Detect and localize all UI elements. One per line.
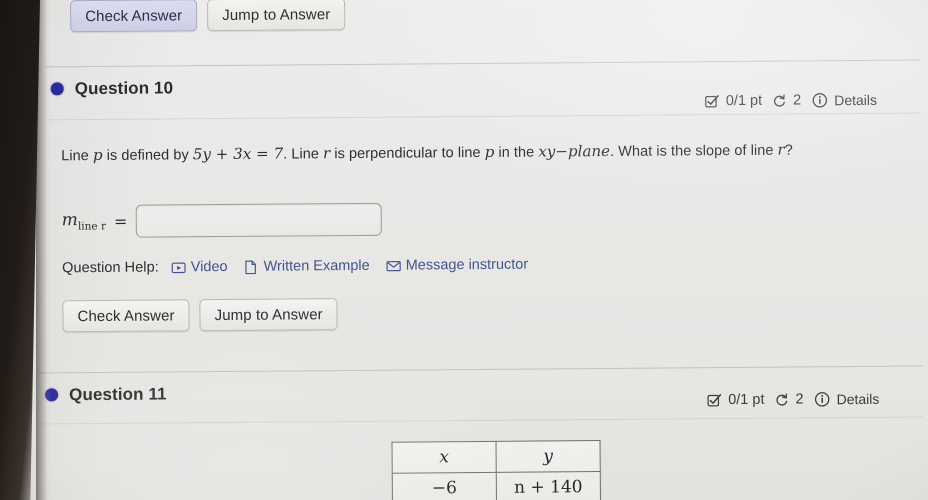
exam-page-photo: Check Answer Jump to Answer Question 10 … — [0, 0, 928, 500]
prompt-var-p: p — [92, 145, 103, 165]
table-header-row: x y — [392, 440, 601, 474]
question-11-points: 0/1 pt — [728, 391, 765, 409]
answer-label: mline r — [62, 210, 106, 233]
info-circle-icon[interactable] — [812, 92, 828, 108]
prompt-text-1: Line — [61, 148, 94, 165]
question-help-label: Question Help: — [62, 259, 159, 277]
top-button-row: Check Answer Jump to Answer — [70, 0, 346, 33]
prompt-text-5: in the — [494, 144, 539, 161]
help-link-video-label: Video — [190, 258, 228, 276]
prompt-text-2: is defined by — [102, 147, 193, 164]
document-page-icon — [244, 259, 259, 274]
question-10-status-bullet — [50, 82, 64, 96]
divider-below-question-11-header — [39, 416, 924, 425]
check-answer-button-top[interactable]: Check Answer — [70, 0, 198, 33]
question-11-badge: 0/1 pt 2 Details — [707, 391, 879, 408]
table-cell-y-0: n + 140 — [496, 471, 601, 500]
answer-label-m: m — [61, 210, 78, 231]
question-10-title: Question 10 — [74, 78, 174, 99]
divider-below-question-10-header — [44, 112, 921, 121]
question-10-points: 0/1 pt — [725, 92, 763, 110]
table-header-y: y — [496, 440, 601, 473]
question-10-details-link[interactable]: Details — [834, 92, 877, 108]
envelope-icon — [386, 258, 401, 273]
prompt-text-4: is perpendicular to line — [330, 144, 485, 163]
answer-input[interactable] — [135, 202, 382, 238]
help-link-video[interactable]: Video — [171, 259, 228, 275]
jump-to-answer-button-top[interactable]: Jump to Answer — [207, 0, 346, 32]
question-10-help-row: Question Help: Video Written Example Mes… — [62, 256, 544, 277]
jump-to-answer-button[interactable]: Jump to Answer — [199, 298, 338, 332]
question-11-title: Question 11 — [69, 384, 167, 405]
prompt-equation: 5y + 3x = 7 — [192, 144, 284, 164]
question-10-answer-row: mline r = — [62, 202, 382, 239]
prompt-var-p-2: p — [484, 142, 495, 161]
prompt-text-6: . What is the slope of line — [610, 142, 778, 160]
question-10-badge: 0/1 pt 2 Details — [705, 92, 877, 109]
help-link-message-instructor[interactable]: Message instructor — [386, 256, 529, 274]
checkbox-check-icon — [705, 94, 720, 109]
check-answer-button[interactable]: Check Answer — [62, 299, 190, 333]
help-link-message-instructor-label: Message instructor — [405, 256, 529, 274]
table-cell-x-0: −6 — [392, 472, 497, 500]
question-10-prompt: Line p is defined by 5y + 3x = 7. Line r… — [61, 139, 909, 168]
checkbox-check-icon — [707, 393, 722, 408]
prompt-text-7: ? — [784, 142, 793, 159]
question-10-attempts: 2 — [793, 92, 802, 109]
retry-circular-arrow-icon — [772, 93, 787, 108]
question-11-attempts: 2 — [795, 391, 804, 408]
question-11-data-table: x y −6 n + 140 — [391, 440, 601, 500]
answer-label-subscript: line r — [77, 220, 107, 233]
retry-circular-arrow-icon — [774, 392, 789, 407]
question-11-details-link[interactable]: Details — [836, 391, 879, 407]
help-link-written-example-label: Written Example — [263, 257, 370, 275]
help-link-written-example[interactable]: Written Example — [244, 258, 370, 275]
question-10-button-row: Check Answer Jump to Answer — [62, 298, 338, 333]
video-play-icon — [171, 260, 186, 275]
page-content: Check Answer Jump to Answer Question 10 … — [0, 0, 928, 500]
answer-equals-sign: = — [113, 211, 128, 231]
prompt-plane: xy−plane — [538, 141, 611, 161]
table-header-x: x — [392, 441, 497, 474]
info-circle-icon[interactable] — [814, 391, 830, 407]
divider-above-question-11 — [38, 365, 923, 374]
prompt-text-3: . Line — [283, 146, 324, 163]
divider-above-question-10 — [44, 59, 921, 68]
table-row: −6 n + 140 — [392, 471, 601, 500]
